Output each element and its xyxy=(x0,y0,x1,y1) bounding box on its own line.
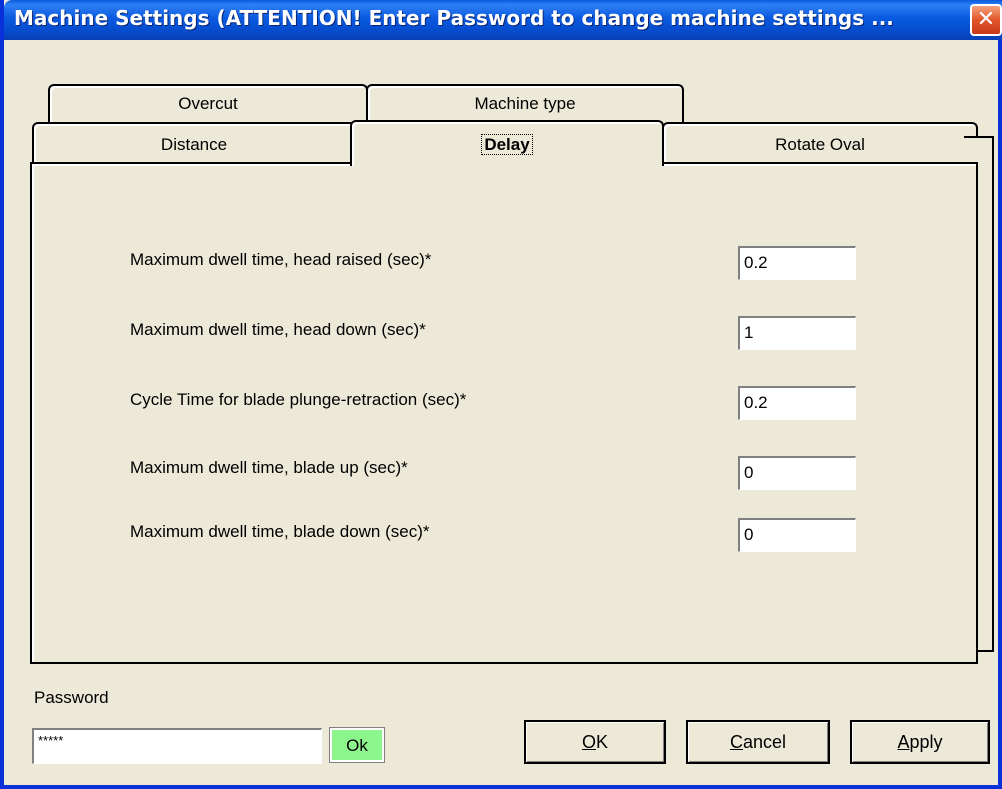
head-down-label: Maximum dwell time, head down (sec)* xyxy=(130,320,426,339)
plunge-cycle-input[interactable]: 0.2 xyxy=(738,386,856,420)
tab-distance[interactable]: Distance xyxy=(32,122,356,164)
head-down-input[interactable]: 1 xyxy=(738,316,856,350)
head-raised-label: Maximum dwell time, head raised (sec)* xyxy=(130,250,432,269)
blade-up-input[interactable]: 0 xyxy=(738,456,856,490)
blade-down-label: Maximum dwell time, blade down (sec)* xyxy=(130,522,430,541)
password-ok-label: Ok xyxy=(346,736,368,755)
apply-button[interactable]: Apply xyxy=(850,720,990,764)
tab-delay[interactable]: Delay xyxy=(350,120,664,166)
apply-mnemonic: A xyxy=(897,732,910,752)
ok-mnemonic: O xyxy=(581,732,596,752)
tab-overcut[interactable]: Overcut xyxy=(48,84,368,122)
delay-panel: Maximum dwell time, head raised (sec)* 0… xyxy=(30,162,978,664)
password-ok-button[interactable]: Ok xyxy=(329,727,385,763)
tab-machine-type-label: Machine type xyxy=(474,94,576,113)
cancel-mnemonic: C xyxy=(729,732,743,752)
head-raised-input[interactable]: 0.2 xyxy=(738,246,856,280)
machine-settings-window: Machine Settings (ATTENTION! Enter Passw… xyxy=(0,0,1002,789)
title-bar[interactable]: Machine Settings (ATTENTION! Enter Passw… xyxy=(4,0,1002,40)
tab-machine-type[interactable]: Machine type xyxy=(366,84,684,122)
tab-rotate-oval[interactable]: Rotate Oval xyxy=(662,122,978,164)
plunge-cycle-label: Cycle Time for blade plunge-retraction (… xyxy=(130,390,467,409)
password-label: Password xyxy=(34,688,109,707)
close-icon[interactable]: ✕ xyxy=(970,4,1002,36)
window-title: Machine Settings (ATTENTION! Enter Passw… xyxy=(14,6,894,30)
password-input[interactable]: ***** xyxy=(32,728,322,764)
cancel-button[interactable]: Cancel xyxy=(686,720,830,764)
cancel-label-rest: ancel xyxy=(742,732,787,752)
tab-distance-label: Distance xyxy=(160,135,228,154)
ok-label-rest: K xyxy=(596,732,609,752)
tab-rotate-oval-label: Rotate Oval xyxy=(775,135,865,154)
tab-overcut-label: Overcut xyxy=(178,94,238,113)
tab-delay-label: Delay xyxy=(481,134,533,155)
ok-button[interactable]: OK xyxy=(524,720,666,764)
blade-up-label: Maximum dwell time, blade up (sec)* xyxy=(130,458,408,477)
apply-label-rest: pply xyxy=(909,732,943,752)
blade-down-input[interactable]: 0 xyxy=(738,518,856,552)
